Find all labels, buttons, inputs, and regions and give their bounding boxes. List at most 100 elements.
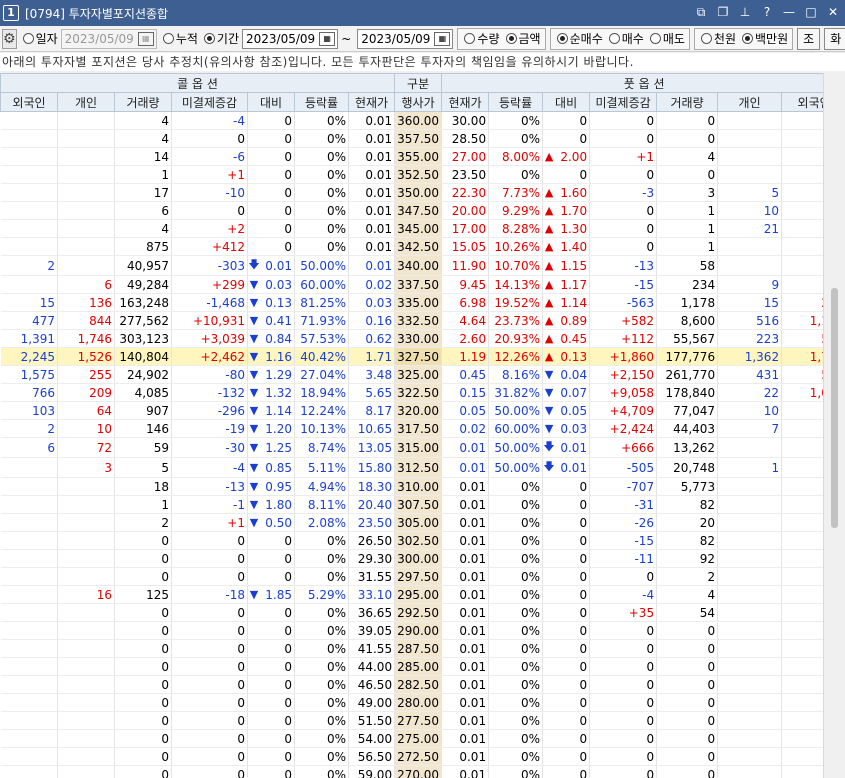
table-row[interactable]: 1,391 1,746 303,123 +3,039 ▼ 0.84 57.53% 0.62 33… (0, 329, 823, 348)
radio-sell[interactable]: 매도 (649, 30, 685, 47)
calendar-icon[interactable]: ▦ (434, 31, 451, 46)
col-put-change[interactable]: 대비 (542, 92, 591, 112)
col-call-rate[interactable]: 등락률 (294, 92, 349, 112)
radio-unit-won[interactable]: 천원 (700, 30, 736, 47)
radio-qty-dot[interactable] (464, 33, 476, 44)
calendar-icon[interactable]: ▦ (137, 31, 154, 46)
radio-unit-million[interactable]: 백만원 (742, 30, 788, 47)
col-put-individual[interactable]: 개인 (717, 92, 783, 112)
minimize-icon[interactable]: — (781, 4, 797, 20)
screen-button[interactable]: 화면 (824, 27, 845, 66)
close-icon[interactable]: ✕ (825, 4, 841, 20)
date-to-field[interactable]: 2023/05/09 ▦ (357, 28, 454, 49)
help-icon[interactable]: ? (759, 4, 775, 20)
radio-qty[interactable]: 수량 (464, 30, 500, 47)
table-row[interactable]: 0 0 0 0% 31.55 297.50 0.01 0% 0 0 2 (0, 567, 823, 586)
table-row[interactable]: 0 0 0 0% 44.00 285.00 0.01 0% 0 0 0 (0, 657, 823, 676)
put-change-cell: ▲ 1.60 (542, 183, 591, 202)
table-row[interactable]: 0 0 0 0% 36.65 292.50 0.01 0% 0 +35 54 (0, 603, 823, 622)
col-call-volume[interactable]: 거래량 (114, 92, 172, 112)
radio-day-dot[interactable] (22, 33, 34, 44)
table-row[interactable]: 2 40,957 -303 🡇 0.01 50.00% 0.01 340.00 11.90 10.… (0, 255, 823, 276)
table-row[interactable]: 0 0 0 0% 56.50 272.50 0.01 0% 0 0 0 (0, 747, 823, 766)
table-row[interactable]: 0 0 0 0% 51.50 277.50 0.01 0% 0 0 0 (0, 711, 823, 730)
pin-icon[interactable]: ⊥ (737, 4, 753, 20)
call-price-cell: 0.03 (348, 293, 396, 312)
table-row[interactable]: 2,245 1,526 140,804 +2,462 ▼ 1.16 40.42% 1.71 32… (0, 347, 823, 366)
query-button[interactable]: 조회 (797, 27, 821, 66)
put-volume-cell: 1,178 (656, 293, 719, 312)
radio-amount[interactable]: 금액 (505, 30, 541, 47)
scrollbar-thumb[interactable] (831, 288, 838, 528)
radio-cumulative-dot[interactable] (162, 33, 174, 44)
radio-period[interactable]: 기간 (203, 30, 239, 47)
col-put-oi-change[interactable]: 미결제증감 (589, 92, 658, 112)
table-row[interactable]: 766 209 4,085 -132 ▼ 1.32 18.94% 5.65 322.50 0.15… (0, 383, 823, 402)
col-call-individual[interactable]: 개인 (57, 92, 115, 112)
call-individual-cell: 1,526 (57, 347, 115, 366)
table-row[interactable]: 4 0 0 0% 0.01 357.50 28.50 0% 0 0 0 (0, 129, 823, 148)
table-row[interactable]: 14 -6 0 0% 0.01 355.00 27.00 8.00% ▲ 2.00 +1 4 (0, 147, 823, 166)
table-row[interactable]: 15 136 163,248 -1,468 ▼ 0.13 81.25% 0.03 335.00 6… (0, 293, 823, 312)
table-row[interactable]: 103 64 907 -296 ▼ 1.14 12.24% 8.17 320.00 0.05 50.… (0, 401, 823, 420)
radio-net-buy-dot[interactable] (556, 33, 568, 44)
down-triangle-icon: ▼ (249, 422, 259, 435)
radio-buy[interactable]: 매수 (608, 30, 644, 47)
col-put-volume[interactable]: 거래량 (656, 92, 719, 112)
radio-buy-dot[interactable] (608, 33, 620, 44)
radio-net-buy[interactable]: 순매수 (556, 30, 603, 47)
call-foreign-cell (0, 711, 58, 730)
table-row[interactable]: 1,575 255 24,902 -80 ▼ 1.29 27.04% 3.48 325.00 0.… (0, 365, 823, 384)
radio-amount-dot[interactable] (505, 33, 517, 44)
put-rate-cell: 9.29% (488, 201, 544, 220)
radio-sell-dot[interactable] (649, 33, 661, 44)
col-strike[interactable]: 행사가 (394, 92, 443, 112)
table-row[interactable]: 0 0 0 0% 59.00 270.00 0.01 0% 0 0 0 (0, 765, 823, 778)
col-call-price[interactable]: 현재가 (347, 92, 396, 112)
up-triangle-icon: ▲ (544, 240, 554, 253)
call-rate-cell: 0% (294, 711, 349, 730)
gear-icon[interactable]: ⚙ (2, 28, 17, 49)
table-row[interactable]: 0 0 0 0% 46.50 282.50 0.01 0% 0 0 0 (0, 675, 823, 694)
table-row[interactable]: 16 125 -18 ▼ 1.85 5.29% 33.10 295.00 0.01 0% 0 -4 4 (0, 585, 823, 604)
radio-cumulative[interactable]: 누적 (162, 30, 198, 47)
call-volume-cell: 163,248 (114, 293, 172, 312)
table-row[interactable]: 0 0 0 0% 26.50 302.50 0.01 0% 0 -15 82 (0, 531, 823, 550)
radio-unit-million-dot[interactable] (742, 33, 754, 44)
radio-day[interactable]: 일자 (22, 30, 58, 47)
date-from-field[interactable]: 2023/05/09 ▦ (242, 28, 339, 49)
table-row[interactable]: 17 -10 0 0% 0.01 350.00 22.30 7.73% ▲ 1.60 -3 3 5 (0, 183, 823, 202)
single-date-field[interactable]: 2023/05/09 ▦ (60, 28, 157, 49)
table-row[interactable]: 0 0 0 0% 39.05 290.00 0.01 0% 0 0 0 (0, 621, 823, 640)
maximize-icon[interactable]: □ (803, 4, 819, 20)
table-row[interactable]: 477 844 277,562 +10,931 ▼ 0.41 71.93% 0.16 332.5… (0, 311, 823, 330)
col-put-rate[interactable]: 등락률 (488, 92, 544, 112)
table-row[interactable]: 0 0 0 0% 29.30 300.00 0.01 0% 0 -11 92 (0, 549, 823, 568)
table-row[interactable]: 4 +2 0 0% 0.01 345.00 17.00 8.28% ▲ 1.30 0 1 21 (0, 219, 823, 238)
table-row[interactable]: 875 +412 0 0% 0.01 342.50 15.05 10.26% ▲ 1.40 0 1 (0, 237, 823, 256)
radio-unit-won-dot[interactable] (700, 33, 712, 44)
table-row[interactable]: 18 -13 ▼ 0.95 4.94% 18.30 310.00 0.01 0% 0 -707 5,7… (0, 477, 823, 496)
col-call-oi-change[interactable]: 미결제증감 (171, 92, 248, 112)
table-row[interactable]: 6 72 59 -30 ▼ 1.25 8.74% 13.05 315.00 0.01 50.00% 🡇… (0, 437, 823, 458)
table-row[interactable]: 1 +1 0 0% 0.01 352.50 23.50 0% 0 0 0 (0, 165, 823, 184)
table-row[interactable]: 0 0 0 0% 54.00 275.00 0.01 0% 0 0 0 (0, 729, 823, 748)
col-put-price[interactable]: 현재가 (441, 92, 490, 112)
layout-icon[interactable]: ⧉ (693, 4, 709, 20)
table-row[interactable]: 1 -1 ▼ 1.80 8.11% 20.40 307.50 0.01 0% 0 -31 82 (0, 495, 823, 514)
col-put-foreign[interactable]: 외국인 (781, 92, 823, 112)
link-icon[interactable]: ❐ (715, 4, 731, 20)
table-row[interactable]: 0 0 0 0% 41.55 287.50 0.01 0% 0 0 0 (0, 639, 823, 658)
calendar-icon[interactable]: ▦ (319, 31, 336, 46)
table-row[interactable]: 0 0 0 0% 49.00 280.00 0.01 0% 0 0 0 (0, 693, 823, 712)
col-call-foreign[interactable]: 외국인 (0, 92, 58, 112)
table-row[interactable]: 4 -4 0 0% 0.01 360.00 30.00 0% 0 0 0 (0, 111, 823, 130)
table-row[interactable]: 6 49,284 +299 ▼ 0.03 60.00% 0.02 337.50 9.45 14.1… (0, 275, 823, 294)
radio-period-dot[interactable] (203, 33, 215, 44)
table-row[interactable]: 2 10 146 -19 ▼ 1.20 10.13% 10.65 317.50 0.02 60.00… (0, 419, 823, 438)
vertical-scrollbar[interactable] (823, 73, 845, 778)
table-row[interactable]: 3 5 -4 ▼ 0.85 5.11% 15.80 312.50 0.01 50.00% 🡇 0.01… (0, 457, 823, 478)
table-row[interactable]: 6 0 0 0% 0.01 347.50 20.00 9.29% ▲ 1.70 0 1 10 (0, 201, 823, 220)
table-row[interactable]: 2 +1 ▼ 0.50 2.08% 23.50 305.00 0.01 0% 0 -26 20 (0, 513, 823, 532)
col-call-change[interactable]: 대비 (247, 92, 295, 112)
